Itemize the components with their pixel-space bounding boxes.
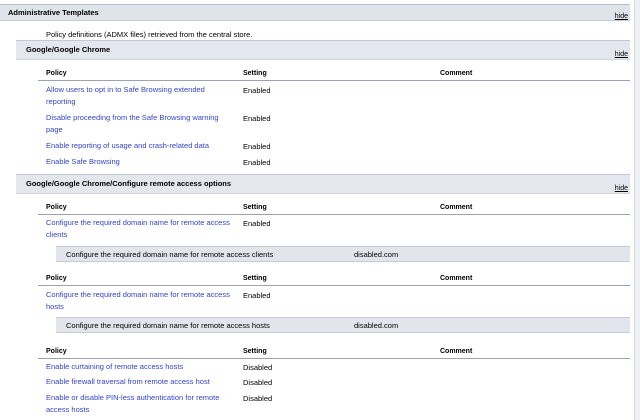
policy-link[interactable]: Configure the required domain name for r… [46, 217, 236, 241]
policy-setting: Enabled [243, 219, 271, 228]
column-comment: Comment [440, 70, 473, 77]
policy-setting: Enabled [243, 86, 271, 95]
policy-link[interactable]: Enable or disable PIN-less authenticatio… [46, 392, 236, 416]
scrollbar[interactable] [634, 0, 640, 420]
policy-link[interactable]: Configure the required domain name for r… [46, 289, 236, 313]
column-policy: Policy [46, 70, 67, 77]
hide-link[interactable]: hide [615, 185, 628, 192]
hide-link[interactable]: hide [615, 13, 628, 20]
detail-label: Configure the required domain name for r… [66, 250, 274, 259]
column-comment: Comment [440, 348, 473, 355]
column-setting: Setting [243, 70, 267, 77]
detail-label: Configure the required domain name for r… [66, 321, 270, 330]
policy-setting: Enabled [243, 142, 271, 151]
chrome-section-header: Google/Google Chrome hide [16, 40, 630, 60]
policy-setting: Enabled [243, 291, 271, 300]
policy-setting: Enabled [243, 158, 271, 167]
policy-link[interactable]: Enable curtaining of remote access hosts [46, 361, 236, 373]
policy-setting: Enabled [243, 114, 271, 123]
hide-link[interactable]: hide [615, 51, 628, 58]
column-setting: Setting [243, 204, 267, 211]
policy-detail-row: Configure the required domain name for r… [56, 246, 630, 262]
policy-link[interactable]: Enable reporting of usage and crash-rela… [46, 140, 236, 152]
column-comment: Comment [440, 204, 473, 211]
policy-link[interactable]: Allow users to opt in to Safe Browsing e… [46, 84, 236, 108]
column-setting: Setting [243, 348, 267, 355]
column-policy: Policy [46, 348, 67, 355]
remote-access-section-header: Google/Google Chrome/Configure remote ac… [16, 174, 630, 194]
policy-setting: Disabled [243, 394, 273, 403]
detail-value: disabled.com [354, 321, 399, 330]
policy-setting: Disabled [243, 378, 273, 387]
policy-detail-row: Configure the required domain name for r… [56, 317, 630, 333]
section-title: Google/Google Chrome [26, 45, 111, 54]
section-title: Google/Google Chrome/Configure remote ac… [26, 179, 232, 188]
column-setting: Setting [243, 275, 267, 282]
header-rule [38, 80, 630, 81]
admin-templates-header: Administrative Templates hide [0, 4, 630, 21]
policy-link[interactable]: Enable Safe Browsing [46, 156, 236, 168]
column-policy: Policy [46, 275, 67, 282]
policy-link[interactable]: Enable firewall traversal from remote ac… [46, 376, 236, 388]
admin-description: Policy definitions (ADMX files) retrieve… [46, 30, 253, 39]
column-policy: Policy [46, 204, 67, 211]
header-rule [38, 358, 630, 359]
column-comment: Comment [440, 275, 473, 282]
detail-value: disabled.com [354, 250, 399, 259]
section-title: Administrative Templates [8, 8, 99, 17]
header-rule [38, 214, 630, 215]
policy-link[interactable]: Disable proceeding from the Safe Browsin… [46, 112, 236, 136]
header-rule [38, 285, 630, 286]
policy-setting: Disabled [243, 363, 273, 372]
